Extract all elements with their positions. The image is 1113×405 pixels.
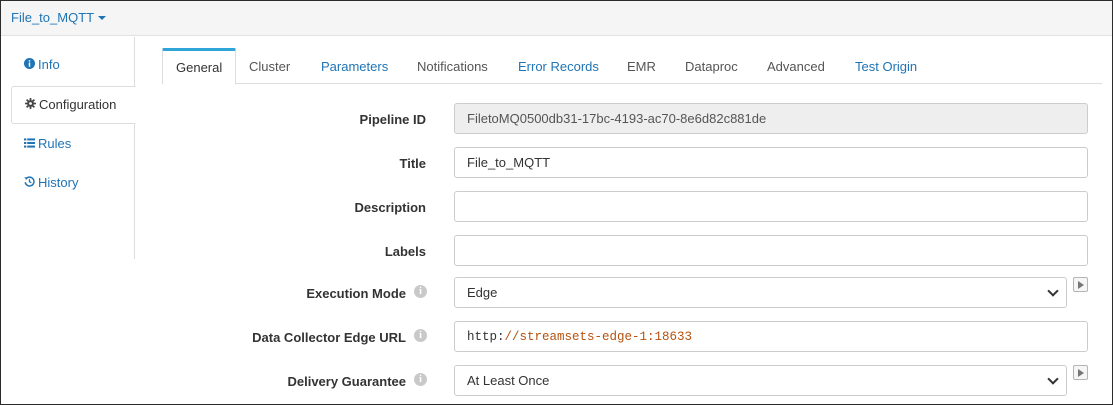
info-icon[interactable]: i bbox=[414, 329, 427, 342]
chevron-down-icon bbox=[1047, 285, 1059, 297]
pipeline-id-field: FiletoMQ0500db31-17bc-4193-ac70-8e6d82c8… bbox=[454, 103, 1088, 134]
pipeline-name: File_to_MQTT bbox=[11, 10, 95, 25]
edge-url-field[interactable]: http://streamsets-edge-1:18633 bbox=[454, 321, 1088, 352]
delivery-guarantee-label: Delivery Guarantee bbox=[287, 374, 406, 389]
sidebar-item-label: Info bbox=[38, 57, 60, 72]
info-icon[interactable]: i bbox=[414, 373, 427, 386]
form-row-pipeline-id: Pipeline ID FiletoMQ0500db31-17bc-4193-a… bbox=[161, 103, 1101, 137]
form-row-delivery-guarantee: Delivery Guarantee i At Least Once bbox=[161, 365, 1101, 399]
tab-test-origin[interactable]: Test Origin bbox=[842, 48, 930, 84]
title-label: Title bbox=[399, 156, 427, 171]
sidebar-item-info[interactable]: Info bbox=[11, 47, 135, 85]
sidebar-item-configuration[interactable]: Configuration bbox=[11, 86, 136, 124]
sidebar-item-label: Rules bbox=[38, 136, 72, 151]
edge-url-label: Data Collector Edge URL bbox=[252, 330, 406, 345]
sidebar-item-label: History bbox=[38, 175, 79, 190]
play-icon[interactable] bbox=[1073, 365, 1088, 380]
list-icon bbox=[23, 138, 35, 151]
description-field[interactable] bbox=[454, 191, 1088, 222]
execution-mode-value: Edge bbox=[467, 285, 498, 300]
tab-parameters[interactable]: Parameters bbox=[308, 48, 401, 84]
pipeline-name-dropdown[interactable]: File_to_MQTT bbox=[11, 10, 107, 25]
config-tabs: General Cluster Parameters Notifications… bbox=[162, 48, 1102, 85]
tab-emr[interactable]: EMR bbox=[614, 48, 669, 84]
form-row-description: Description bbox=[161, 191, 1101, 225]
tab-advanced[interactable]: Advanced bbox=[754, 48, 838, 84]
labels-field[interactable] bbox=[454, 235, 1088, 266]
sidebar: Info Configuration Rules History bbox=[1, 37, 136, 259]
pipeline-id-label: Pipeline ID bbox=[359, 112, 426, 127]
play-icon[interactable] bbox=[1073, 277, 1088, 292]
form-row-title: Title File_to_MQTT bbox=[161, 147, 1101, 181]
delivery-guarantee-select[interactable]: At Least Once bbox=[454, 365, 1067, 396]
labels-label: Labels bbox=[384, 244, 426, 259]
info-circle-icon bbox=[23, 58, 35, 72]
sidebar-item-history[interactable]: History bbox=[11, 165, 135, 203]
execution-mode-select[interactable]: Edge bbox=[454, 277, 1067, 308]
gear-icon bbox=[24, 98, 36, 112]
delivery-guarantee-value: At Least Once bbox=[467, 373, 550, 388]
info-icon[interactable]: i bbox=[414, 285, 427, 298]
edge-url-protocol: http: bbox=[467, 330, 505, 344]
form-row-labels: Labels bbox=[161, 235, 1101, 269]
edge-url-host: //streamsets-edge-1:18633 bbox=[504, 330, 693, 344]
chevron-down-icon bbox=[1047, 373, 1059, 385]
tab-cluster[interactable]: Cluster bbox=[236, 48, 303, 84]
tab-notifications[interactable]: Notifications bbox=[404, 48, 501, 84]
form-row-execution-mode: Execution Mode i Edge bbox=[161, 277, 1101, 311]
sidebar-item-rules[interactable]: Rules bbox=[11, 126, 135, 164]
tab-dataproc[interactable]: Dataproc bbox=[672, 48, 751, 84]
app-frame: File_to_MQTT Info Configuration Rules Hi… bbox=[0, 0, 1113, 405]
tab-general[interactable]: General bbox=[162, 48, 237, 85]
history-icon bbox=[23, 176, 35, 190]
title-field[interactable]: File_to_MQTT bbox=[454, 147, 1088, 178]
tab-error-records[interactable]: Error Records bbox=[505, 48, 612, 84]
sidebar-item-label: Configuration bbox=[39, 97, 117, 112]
execution-mode-label: Execution Mode bbox=[306, 286, 406, 301]
form-row-edge-url: Data Collector Edge URL i http://streams… bbox=[161, 321, 1101, 355]
description-label: Description bbox=[354, 200, 426, 215]
top-bar: File_to_MQTT bbox=[1, 1, 1112, 36]
caret-down-icon bbox=[98, 15, 107, 20]
